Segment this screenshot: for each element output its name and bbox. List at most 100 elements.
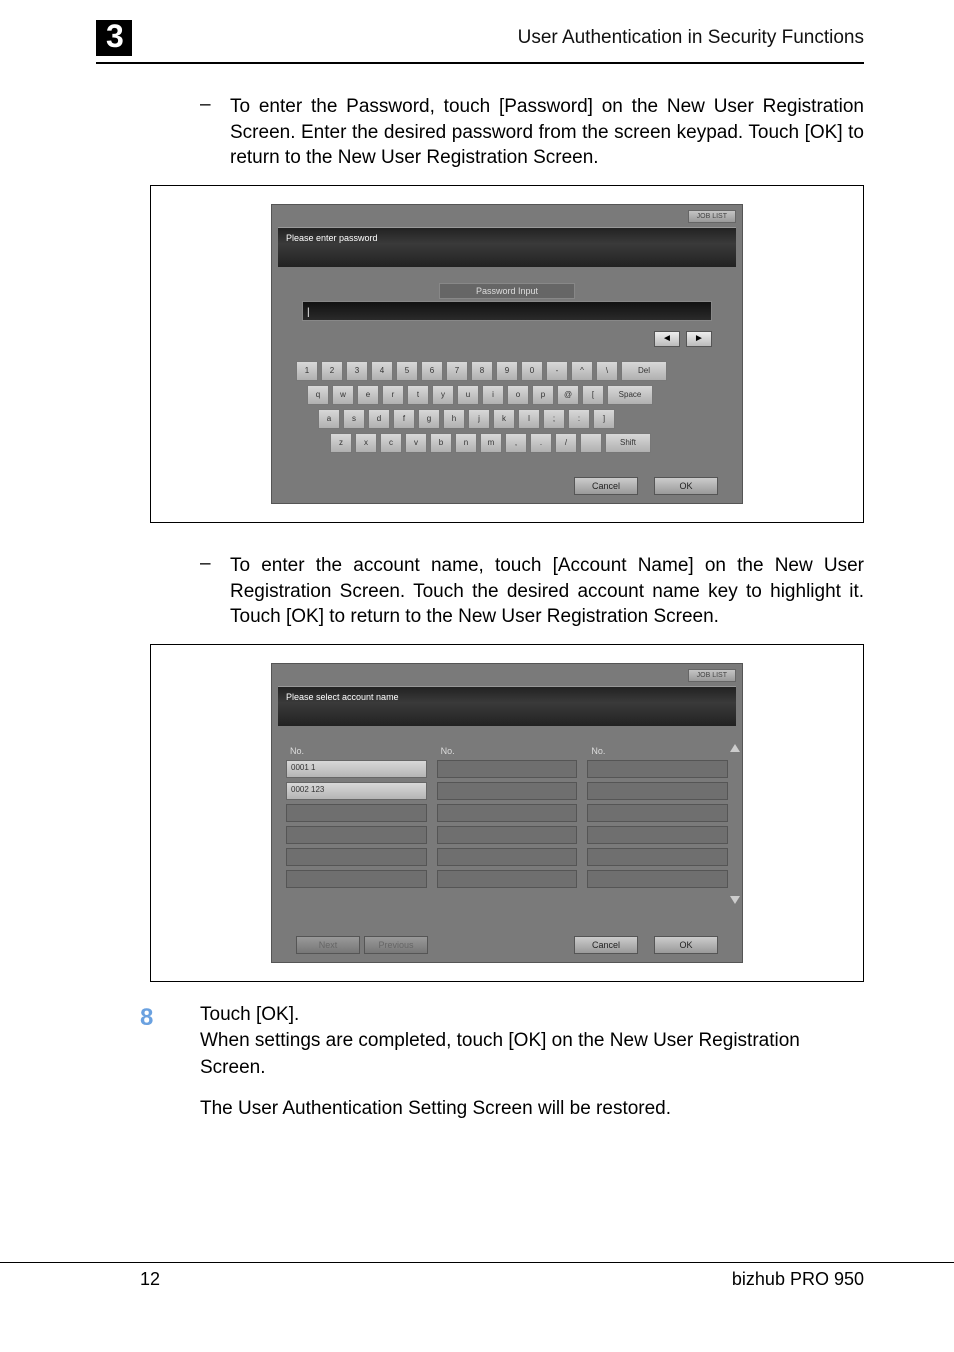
account-row-empty (587, 782, 728, 800)
password-field[interactable]: | (302, 301, 712, 321)
key-o[interactable]: o (507, 385, 529, 405)
account-row-empty (587, 826, 728, 844)
key-semicolon[interactable]: ; (543, 409, 565, 429)
step-line1: Touch [OK]. (200, 1002, 864, 1029)
key-v[interactable]: v (405, 433, 427, 453)
account-row-empty (437, 870, 578, 888)
account-row[interactable]: 0002 123 (286, 782, 427, 800)
key-rbracket[interactable]: ] (593, 409, 615, 429)
page-header: 3 User Authentication in Security Functi… (0, 20, 954, 62)
ok-button[interactable]: OK (654, 936, 718, 954)
account-row-empty (587, 870, 728, 888)
step-number: 8 (140, 1002, 200, 1122)
key-s[interactable]: s (343, 409, 365, 429)
previous-button[interactable]: Previous (364, 936, 428, 954)
del-button[interactable]: Del (621, 361, 667, 381)
account-screen: JOB LIST Please select account name No. … (271, 663, 743, 963)
account-row-empty (587, 804, 728, 822)
cancel-button[interactable]: Cancel (574, 936, 638, 954)
shift-button[interactable]: Shift (605, 433, 651, 453)
key-0[interactable]: 0 (521, 361, 543, 381)
key-p[interactable]: p (532, 385, 554, 405)
arrow-left-button[interactable]: ◄ (654, 331, 680, 347)
key-period[interactable]: . (530, 433, 552, 453)
onscreen-keyboard: 1 2 3 4 5 6 7 8 9 0 - ^ \ Del (296, 361, 718, 453)
key-n[interactable]: n (455, 433, 477, 453)
key-2[interactable]: 2 (321, 361, 343, 381)
cancel-button[interactable]: Cancel (574, 477, 638, 495)
key-comma[interactable]: , (505, 433, 527, 453)
job-list-tab[interactable]: JOB LIST (688, 669, 736, 682)
space-button[interactable]: Space (607, 385, 653, 405)
bullet-dash-icon: – (200, 94, 230, 171)
account-row-empty (437, 826, 578, 844)
key-z[interactable]: z (330, 433, 352, 453)
column-header-no: No. (437, 744, 578, 760)
key-lbracket[interactable]: [ (582, 385, 604, 405)
key-y[interactable]: y (432, 385, 454, 405)
key-x[interactable]: x (355, 433, 377, 453)
key-blank[interactable] (580, 433, 602, 453)
key-b[interactable]: b (430, 433, 452, 453)
step-line3: The User Authentication Setting Screen w… (200, 1096, 864, 1123)
step-8: 8 Touch [OK]. When settings are complete… (140, 1002, 864, 1122)
bullet-account: – To enter the account name, touch [Acco… (200, 553, 864, 630)
bullet-password: – To enter the Password, touch [Password… (200, 94, 864, 171)
key-r[interactable]: r (382, 385, 404, 405)
key-3[interactable]: 3 (346, 361, 368, 381)
key-5[interactable]: 5 (396, 361, 418, 381)
key-minus[interactable]: - (546, 361, 568, 381)
key-8[interactable]: 8 (471, 361, 493, 381)
cursor-icon: | (303, 307, 310, 318)
key-backslash[interactable]: \ (596, 361, 618, 381)
key-w[interactable]: w (332, 385, 354, 405)
key-e[interactable]: e (357, 385, 379, 405)
triangle-up-icon (730, 744, 740, 752)
column-header-no: No. (587, 744, 728, 760)
key-j[interactable]: j (468, 409, 490, 429)
key-a[interactable]: a (318, 409, 340, 429)
key-q[interactable]: q (307, 385, 329, 405)
job-list-tab[interactable]: JOB LIST (688, 210, 736, 223)
account-list: No. 0001 1 0002 123 No. (286, 744, 728, 912)
account-row[interactable]: 0001 1 (286, 760, 427, 778)
ok-button[interactable]: OK (654, 477, 718, 495)
key-u[interactable]: u (457, 385, 479, 405)
key-t[interactable]: t (407, 385, 429, 405)
key-9[interactable]: 9 (496, 361, 518, 381)
scroll-indicator (730, 744, 740, 904)
key-7[interactable]: 7 (446, 361, 468, 381)
password-input-label: Password Input (439, 283, 575, 299)
key-4[interactable]: 4 (371, 361, 393, 381)
password-screen: JOB LIST Please enter password Password … (271, 204, 743, 504)
page-title: User Authentication in Security Function… (518, 27, 864, 49)
triangle-down-icon (730, 896, 740, 904)
key-1[interactable]: 1 (296, 361, 318, 381)
key-l[interactable]: l (518, 409, 540, 429)
key-m[interactable]: m (480, 433, 502, 453)
next-button[interactable]: Next (296, 936, 360, 954)
key-h[interactable]: h (443, 409, 465, 429)
key-g[interactable]: g (418, 409, 440, 429)
account-row-empty (286, 804, 427, 822)
key-d[interactable]: d (368, 409, 390, 429)
key-slash[interactable]: / (555, 433, 577, 453)
key-i[interactable]: i (482, 385, 504, 405)
content-area: – To enter the Password, touch [Password… (0, 64, 954, 1122)
key-f[interactable]: f (393, 409, 415, 429)
account-row-empty (587, 760, 728, 778)
key-k[interactable]: k (493, 409, 515, 429)
page-footer: 12 bizhub PRO 950 (0, 1262, 954, 1290)
account-row-empty (437, 760, 578, 778)
key-c[interactable]: c (380, 433, 402, 453)
product-name: bizhub PRO 950 (732, 1269, 864, 1290)
key-6[interactable]: 6 (421, 361, 443, 381)
account-row-empty (437, 848, 578, 866)
key-caret[interactable]: ^ (571, 361, 593, 381)
key-at[interactable]: @ (557, 385, 579, 405)
key-colon[interactable]: : (568, 409, 590, 429)
bullet-dash-icon: – (200, 553, 230, 630)
arrow-right-button[interactable]: ► (686, 331, 712, 347)
figure-account-screen: JOB LIST Please select account name No. … (150, 644, 864, 982)
account-row-empty (286, 870, 427, 888)
